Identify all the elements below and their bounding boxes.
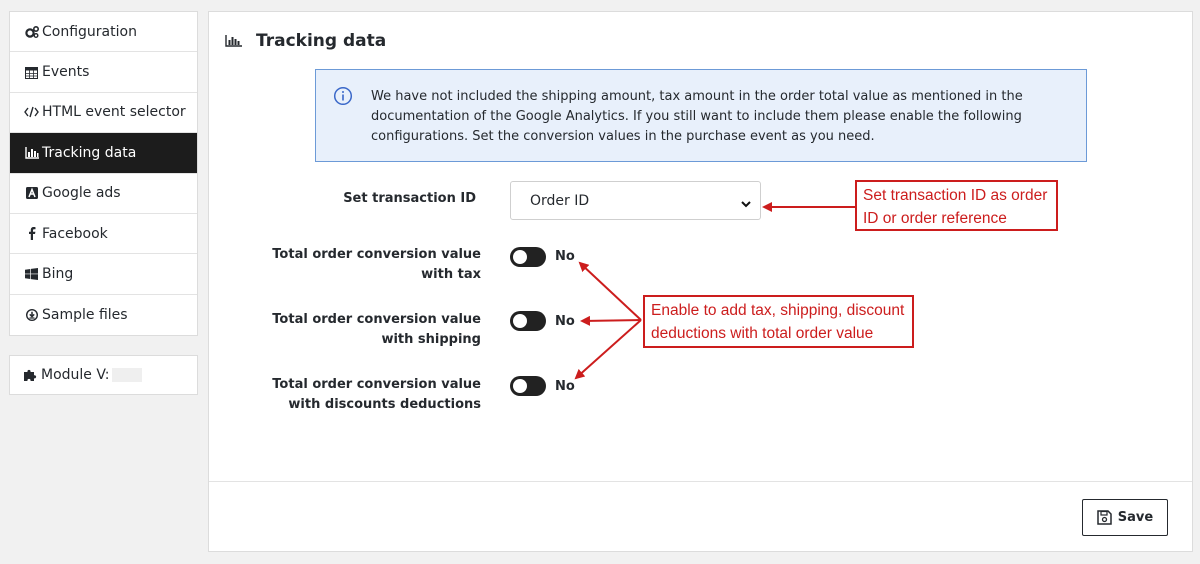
sidebar-item-label: Google ads xyxy=(42,185,121,202)
tax-toggle[interactable] xyxy=(510,247,546,267)
annotation-toggles-note: Enable to add tax, shipping, discount de… xyxy=(643,295,914,348)
sidebar-item-html-event-selector[interactable]: HTML event selector xyxy=(10,93,197,134)
windows-icon xyxy=(24,267,39,281)
main-panel: Tracking data We have not included the s… xyxy=(208,11,1193,552)
sidebar: Configuration Events HTML event selector… xyxy=(9,11,198,337)
floppy-icon xyxy=(1097,510,1112,525)
sidebar-item-google-ads[interactable]: Google ads xyxy=(10,174,197,214)
module-version: Module V: xyxy=(9,355,198,395)
gears-icon xyxy=(24,25,39,39)
puzzle-icon xyxy=(24,369,37,381)
transaction-id-select[interactable]: Order ID xyxy=(510,181,761,220)
sidebar-item-configuration[interactable]: Configuration xyxy=(10,12,197,53)
code-icon xyxy=(24,105,39,119)
sidebar-item-facebook[interactable]: Facebook xyxy=(10,214,197,255)
save-button-label: Save xyxy=(1117,510,1154,525)
sidebar-item-label: Facebook xyxy=(42,225,108,242)
calendar-icon xyxy=(24,65,39,79)
info-text: We have not included the shipping amount… xyxy=(371,89,1023,144)
chevron-down-icon xyxy=(741,196,751,212)
download-circle-icon xyxy=(24,308,39,322)
transaction-id-value: Order ID xyxy=(530,192,590,209)
facebook-icon xyxy=(24,227,39,241)
tax-toggle-label: Total order conversion value with tax xyxy=(272,247,481,282)
module-version-label: Module V: xyxy=(41,367,110,383)
annotation-transaction-note: Set transaction ID as order ID or order … xyxy=(855,180,1058,231)
sidebar-item-label: Bing xyxy=(42,266,74,283)
shipping-toggle-label: Total order conversion value with shippi… xyxy=(272,312,481,347)
page-title-text: Tracking data xyxy=(256,31,387,51)
tax-toggle-state: No xyxy=(555,249,575,264)
save-button[interactable]: Save xyxy=(1082,499,1168,536)
sidebar-item-label: Configuration xyxy=(42,23,137,40)
toggle-knob xyxy=(513,250,527,264)
sidebar-item-label: HTML event selector xyxy=(42,104,186,121)
transaction-id-label: Set transaction ID xyxy=(343,191,476,206)
sidebar-item-events[interactable]: Events xyxy=(10,52,197,93)
version-redacted xyxy=(111,368,142,382)
discount-toggle[interactable] xyxy=(510,376,546,396)
shipping-toggle[interactable] xyxy=(510,311,546,331)
shipping-toggle-state: No xyxy=(555,314,575,329)
bar-chart-icon xyxy=(225,35,242,47)
toggle-knob xyxy=(513,314,527,328)
footer-divider xyxy=(209,481,1192,482)
google-ads-icon xyxy=(24,186,39,200)
sidebar-item-tracking-data[interactable]: Tracking data xyxy=(10,133,197,174)
info-icon xyxy=(333,86,353,110)
bar-chart-icon xyxy=(24,146,39,160)
page-title: Tracking data xyxy=(225,31,386,51)
discount-toggle-label: Total order conversion value with discou… xyxy=(272,377,481,412)
sidebar-item-label: Events xyxy=(42,64,90,81)
sidebar-item-sample-files[interactable]: Sample files xyxy=(10,295,197,335)
info-alert: We have not included the shipping amount… xyxy=(315,69,1087,162)
sidebar-item-label: Sample files xyxy=(42,306,128,323)
sidebar-item-label: Tracking data xyxy=(42,144,137,161)
toggle-knob xyxy=(513,379,527,393)
sidebar-item-bing[interactable]: Bing xyxy=(10,254,197,295)
discount-toggle-state: No xyxy=(555,379,575,394)
